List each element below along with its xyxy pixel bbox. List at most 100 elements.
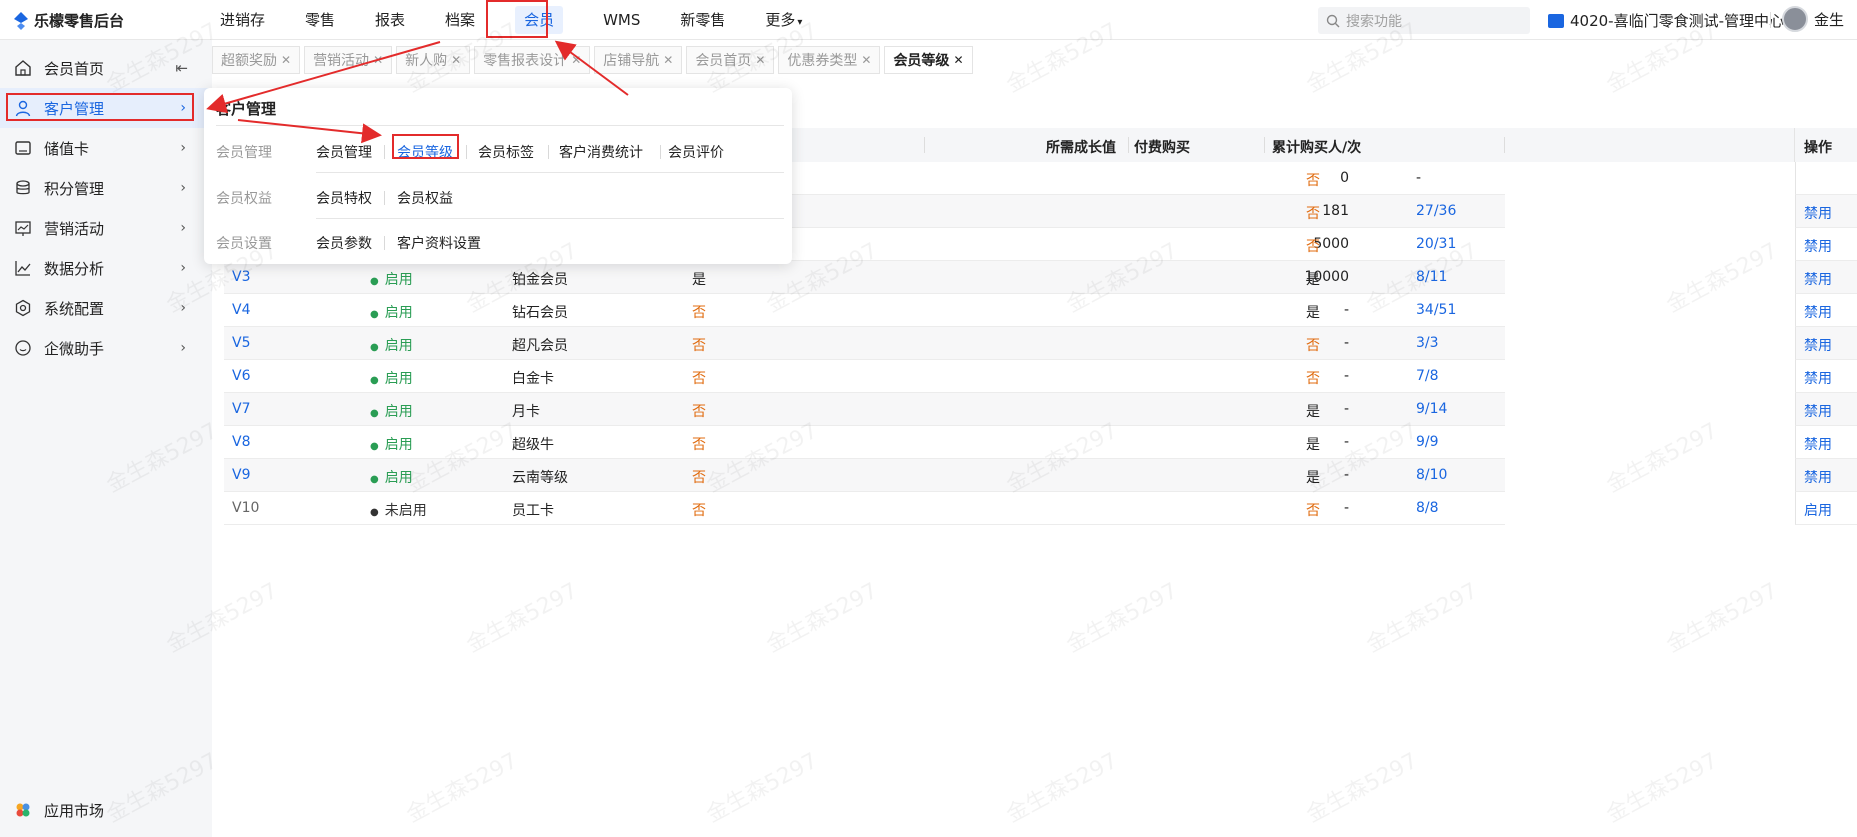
sidebar-item-member-home[interactable]: 会员首页 ⇤ [0,48,212,88]
menu-link-member-params[interactable]: 会员参数 [316,233,372,253]
sidebar-item-points-management[interactable]: 积分管理 › [0,168,212,208]
nav-item-inventory[interactable]: 进销存 [200,0,285,40]
row-action-button[interactable]: 禁用 [1795,327,1857,360]
row-action-button[interactable]: 禁用 [1795,459,1857,492]
row-action-button[interactable]: 禁用 [1795,294,1857,327]
level-code[interactable]: V10 [232,500,259,516]
menu-link-member-tags[interactable]: 会员标签 [478,142,534,162]
chart-board-icon [14,219,32,237]
level-code[interactable]: V5 [232,335,250,351]
menu-link-member-reviews[interactable]: 会员评价 [668,142,724,162]
paid-value: 否 [1306,338,1320,354]
watermark-text: 金生森5297 [402,748,522,828]
chevron-right-icon: › [180,180,186,196]
purchase-count[interactable]: 9/9 [1416,434,1439,450]
close-icon[interactable]: ✕ [451,53,461,67]
purchase-count[interactable]: 3/3 [1416,335,1439,351]
row-action-button[interactable]: 禁用 [1795,426,1857,459]
status-dot-icon: ● [370,441,379,452]
close-icon[interactable]: ✕ [373,53,383,67]
tab-member-level[interactable]: 会员等级 ✕ [884,46,973,74]
sidebar-item-stored-value-card[interactable]: 储值卡 › [0,128,212,168]
menu-link-member-privileges[interactable]: 会员特权 [316,188,372,208]
paid-value: 否 [1306,206,1320,222]
close-icon[interactable]: ✕ [755,53,765,67]
flag-value: 否 [692,503,706,519]
close-icon[interactable]: ✕ [861,53,871,67]
tab-retail-report-design[interactable]: 零售报表设计 ✕ [474,46,591,74]
sidebar-item-data-analysis[interactable]: 数据分析 › [0,248,212,288]
tab-excess-reward[interactable]: 超额奖励 ✕ [212,46,301,74]
purchase-count[interactable]: 8/11 [1416,269,1447,285]
level-name: 超凡会员 [512,338,568,354]
menu-link-member-management[interactable]: 会员管理 [316,142,372,162]
status-text: 启用 [384,371,413,387]
menu-link-consumption-stats[interactable]: 客户消费统计 [559,142,643,162]
nav-item-reports[interactable]: 报表 [355,0,425,40]
tab-new-user-buy[interactable]: 新人购 ✕ [396,46,471,74]
tab-label: 优惠券类型 [787,53,858,69]
status-dot-icon: ● [370,375,379,386]
nav-item-wms[interactable]: WMS [583,0,660,40]
growth-value: - [1343,401,1349,417]
growth-value: - [1343,434,1349,450]
sidebar-item-label: 积分管理 [44,179,105,198]
page-tabs: 超额奖励 ✕ 营销活动 ✕ 新人购 ✕ 零售报表设计 ✕ 店铺导航 ✕ 会员首页 ✕ 优惠券… [212,46,973,76]
sidebar-item-app-market[interactable]: 应用市场 [0,790,212,830]
growth-value: 0 [1340,170,1349,186]
watermark-text: 金生森5297 [1362,578,1482,658]
tab-marketing[interactable]: 营销活动 ✕ [304,46,393,74]
sidebar-item-marketing[interactable]: 营销活动 › [0,208,212,248]
level-code[interactable]: V4 [232,302,250,318]
level-code[interactable]: V3 [232,269,250,285]
row-action-button[interactable]: 禁用 [1795,360,1857,393]
purchase-count[interactable]: 7/8 [1416,368,1439,384]
purchase-count[interactable]: 9/14 [1416,401,1447,417]
level-code[interactable]: V6 [232,368,250,384]
divider [384,145,385,159]
search-input[interactable]: 搜索功能 [1318,7,1530,34]
nav-item-retail[interactable]: 零售 [285,0,355,40]
sidebar-item-wecom-assistant[interactable]: 企微助手 › [0,328,212,368]
nav-item-more[interactable]: 更多 ▾ [745,0,822,40]
tab-member-home[interactable]: 会员首页 ✕ [686,46,775,74]
watermark-text: 金生森5297 [1002,748,1122,828]
nav-item-archives[interactable]: 档案 [425,0,495,40]
purchase-count[interactable]: 8/8 [1416,500,1439,516]
purchase-count[interactable]: 20/31 [1416,236,1456,252]
store-switcher[interactable]: 4020-喜临门零食测试-管理中心 [1548,10,1784,31]
nav-label: 新零售 [680,11,726,29]
collapse-left-icon[interactable]: ⇤ [175,59,188,77]
row-action-button[interactable]: 禁用 [1795,195,1857,228]
nav-item-new-retail[interactable]: 新零售 [660,0,745,40]
menu-link-customer-profile-settings[interactable]: 客户资料设置 [397,233,481,253]
status-badge: ● 未启用 [370,500,427,520]
close-icon[interactable]: ✕ [281,53,291,67]
row-action-button[interactable]: 禁用 [1795,228,1857,261]
tab-coupon-type[interactable]: 优惠券类型 ✕ [778,46,881,74]
close-icon[interactable]: ✕ [571,53,581,67]
level-code[interactable]: V8 [232,434,250,450]
sidebar-item-system-config[interactable]: 系统配置 › [0,288,212,328]
divider [660,145,661,159]
purchase-count[interactable]: 27/36 [1416,203,1456,219]
row-action-button[interactable]: 启用 [1795,492,1857,525]
sidebar-item-label: 储值卡 [44,139,90,158]
paid-value: 是 [1306,437,1320,453]
row-action-button[interactable]: 禁用 [1795,261,1857,294]
purchase-count[interactable]: 8/10 [1416,467,1447,483]
level-code[interactable]: V9 [232,467,250,483]
tab-store-nav[interactable]: 店铺导航 ✕ [594,46,683,74]
user-menu[interactable]: 金生 [1782,6,1844,32]
watermark-text: 金生森5297 [1062,578,1182,658]
close-icon[interactable]: ✕ [953,53,963,67]
purchase-count[interactable]: 34/51 [1416,302,1456,318]
row-action-button[interactable]: 禁用 [1795,393,1857,426]
status-badge: ● 启用 [370,368,413,388]
menu-link-member-benefits[interactable]: 会员权益 [397,188,453,208]
app-logo[interactable]: 乐檬零售后台 [14,10,124,31]
close-icon[interactable]: ✕ [663,53,673,67]
chevron-right-icon: › [180,340,186,356]
level-code[interactable]: V7 [232,401,250,417]
sidebar-item-label: 数据分析 [44,259,105,278]
